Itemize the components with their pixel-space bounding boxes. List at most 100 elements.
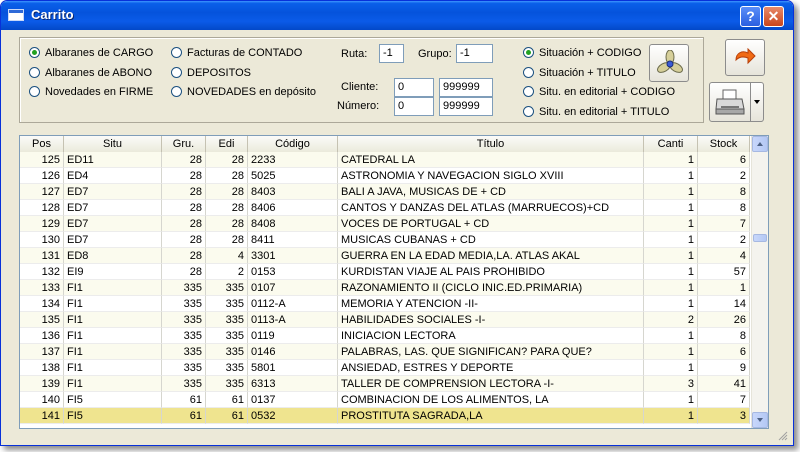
radio-indicator[interactable] [29, 47, 40, 58]
table-row[interactable]: 131 ED8 28 4 3301 GUERRA EN LA EDAD MEDIA,LA.… [20, 248, 750, 264]
table-row[interactable]: 138 FI1 335 335 5801 ANSIEDAD, ESTRES Y DEPOR… [20, 360, 750, 376]
table-row[interactable]: 137 FI1 335 335 0146 PALABRAS, LAS. QUE SIGNI… [20, 344, 750, 360]
cell-edi: 2 [206, 264, 248, 280]
cell-situ: ED11 [64, 152, 162, 168]
table-row[interactable]: 141 FI5 61 61 0532 PROSTITUTA SAGRADA,LA 1 3 [20, 408, 750, 424]
header-edi[interactable]: Edi [206, 136, 248, 152]
table-row[interactable]: 132 EI9 28 2 0153 KURDISTAN VIAJE AL PAIS PRO… [20, 264, 750, 280]
cell-titulo: KURDISTAN VIAJE AL PAIS PROHIBIDO [338, 264, 644, 280]
cell-pos: 127 [20, 184, 64, 200]
table-row[interactable]: 125 ED11 28 28 2233 CATEDRAL LA 1 6 [20, 152, 750, 168]
radio-situacion-codigo[interactable]: Situación + CODIGO [523, 46, 641, 60]
radio-albaranes-abono[interactable]: Albaranes de ABONO [29, 66, 152, 80]
cell-stock: 3 [698, 408, 750, 424]
cell-codigo: 5025 [248, 168, 338, 184]
cell-canti: 1 [644, 200, 698, 216]
radio-indicator[interactable] [523, 47, 534, 58]
cell-situ: EI9 [64, 264, 162, 280]
scroll-thumb[interactable] [753, 234, 767, 242]
grupo-input[interactable]: -1 [456, 44, 493, 63]
table-row[interactable]: 139 FI1 335 335 6313 TALLER DE COMPRENSION LE… [20, 376, 750, 392]
table-row[interactable]: 126 ED4 28 28 5025 ASTRONOMIA Y NAVEGACION SI… [20, 168, 750, 184]
radio-situacion-titulo[interactable]: Situación + TITULO [523, 66, 636, 80]
cell-pos: 131 [20, 248, 64, 264]
header-canti[interactable]: Canti [644, 136, 698, 152]
radio-indicator[interactable] [523, 86, 534, 97]
numero-from-input[interactable]: 0 [394, 97, 434, 116]
cell-pos: 125 [20, 152, 64, 168]
radio-indicator[interactable] [523, 67, 534, 78]
print-options-dropdown[interactable] [750, 82, 764, 122]
table-row[interactable]: 134 FI1 335 335 0112-A MEMORIA Y ATENCION -II… [20, 296, 750, 312]
exit-button[interactable] [725, 39, 765, 76]
cell-canti: 2 [644, 312, 698, 328]
radio-indicator[interactable] [171, 47, 182, 58]
scroll-down-button[interactable] [752, 412, 768, 428]
table-row[interactable]: 135 FI1 335 335 0113-A HABILIDADES SOCIALES -… [20, 312, 750, 328]
header-titulo[interactable]: Título [338, 136, 644, 152]
cliente-to-input[interactable]: 999999 [439, 78, 493, 97]
print-button[interactable] [709, 82, 751, 122]
cliente-from-input[interactable]: 0 [394, 78, 434, 97]
radio-indicator[interactable] [29, 86, 40, 97]
cell-titulo: RAZONAMIENTO II (CICLO INIC.ED.PRIMARIA) [338, 280, 644, 296]
radio-indicator[interactable] [523, 106, 534, 117]
cell-canti: 1 [644, 280, 698, 296]
fan-button[interactable] [649, 44, 689, 82]
cell-codigo: 5801 [248, 360, 338, 376]
scroll-up-button[interactable] [752, 136, 768, 152]
table-row[interactable]: 129 ED7 28 28 8408 VOCES DE PORTUGAL + CD 1 7 [20, 216, 750, 232]
ruta-label: Ruta: [341, 48, 368, 60]
radio-indicator[interactable] [171, 86, 182, 97]
radio-label: NOVEDADES en depósito [187, 86, 317, 98]
cell-stock: 8 [698, 200, 750, 216]
cell-situ: FI1 [64, 376, 162, 392]
cell-situ: ED7 [64, 184, 162, 200]
cell-canti: 1 [644, 248, 698, 264]
cell-canti: 1 [644, 184, 698, 200]
radio-indicator[interactable] [29, 67, 40, 78]
header-stock[interactable]: Stock [698, 136, 750, 152]
cell-titulo: ANSIEDAD, ESTRES Y DEPORTE [338, 360, 644, 376]
cell-grupo: 335 [162, 280, 206, 296]
cell-edi: 335 [206, 344, 248, 360]
table-row[interactable]: 128 ED7 28 28 8406 CANTOS Y DANZAS DEL ATLAS … [20, 200, 750, 216]
title-bar[interactable]: Carrito ? ✕ [1, 1, 793, 30]
radio-novedades-firme[interactable]: Novedades en FIRME [29, 85, 153, 99]
cell-codigo: 3301 [248, 248, 338, 264]
radio-editorial-codigo[interactable]: Situ. en editorial + CODIGO [523, 85, 675, 99]
radio-indicator[interactable] [171, 67, 182, 78]
window-title: Carrito [31, 7, 74, 22]
table-row[interactable]: 130 ED7 28 28 8411 MUSICAS CUBANAS + CD 1 2 [20, 232, 750, 248]
header-pos[interactable]: Pos [20, 136, 64, 152]
cell-pos: 132 [20, 264, 64, 280]
cell-pos: 129 [20, 216, 64, 232]
cell-edi: 28 [206, 200, 248, 216]
radio-depositos[interactable]: DEPOSITOS [171, 66, 251, 80]
table-row[interactable]: 140 FI5 61 61 0137 COMBINACION DE LOS ALIMENT… [20, 392, 750, 408]
help-button[interactable]: ? [740, 6, 761, 27]
table-row[interactable]: 133 FI1 335 335 0107 RAZONAMIENTO II (CICLO I… [20, 280, 750, 296]
carrito-window: Carrito ? ✕ Albaranes de CARGO Albaranes… [0, 0, 794, 446]
cell-pos: 138 [20, 360, 64, 376]
cell-titulo: PALABRAS, LAS. QUE SIGNIFICAN? PARA QUE? [338, 344, 644, 360]
cell-stock: 14 [698, 296, 750, 312]
vertical-scrollbar[interactable] [751, 136, 768, 428]
close-button[interactable]: ✕ [763, 6, 784, 27]
table-row[interactable]: 127 ED7 28 28 8403 BALI A JAVA, MUSICAS DE + … [20, 184, 750, 200]
radio-albaranes-cargo[interactable]: Albaranes de CARGO [29, 46, 153, 60]
radio-editorial-titulo[interactable]: Situ. en editorial + TITULO [523, 105, 669, 119]
resize-grip-icon[interactable] [778, 431, 788, 441]
cell-titulo: MUSICAS CUBANAS + CD [338, 232, 644, 248]
header-situ[interactable]: Situ [64, 136, 162, 152]
cell-grupo: 28 [162, 232, 206, 248]
header-codigo[interactable]: Código [248, 136, 338, 152]
cell-situ: FI1 [64, 280, 162, 296]
numero-to-input[interactable]: 999999 [439, 97, 493, 116]
ruta-input[interactable]: -1 [379, 44, 404, 63]
cell-situ: ED7 [64, 200, 162, 216]
table-row[interactable]: 136 FI1 335 335 0119 INICIACION LECTORA 1 8 [20, 328, 750, 344]
header-grupo[interactable]: Gru. [162, 136, 206, 152]
radio-novedades-deposito[interactable]: NOVEDADES en depósito [171, 85, 316, 99]
radio-facturas-contado[interactable]: Facturas de CONTADO [171, 46, 302, 60]
